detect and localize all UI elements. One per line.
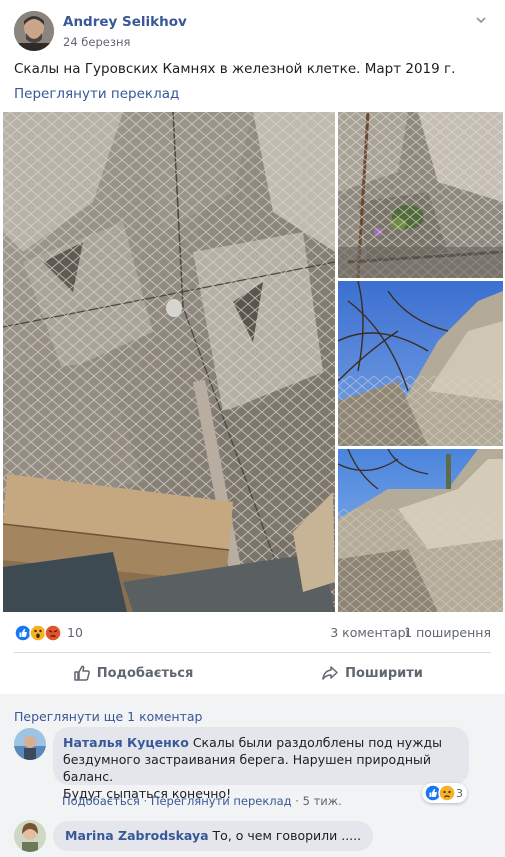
comment-like-link[interactable]: Подобається <box>62 794 140 808</box>
chevron-down-icon[interactable] <box>474 13 488 27</box>
commenter-avatar[interactable] <box>14 728 46 760</box>
comment-reaction-count: 3 <box>456 786 463 800</box>
angry-icon <box>44 624 62 642</box>
comment-text: Скалы были раздолблены под нужды <box>192 735 442 750</box>
wow-icon <box>29 624 47 642</box>
shares-count[interactable]: 1 поширення <box>404 625 491 640</box>
post-photo-3[interactable] <box>338 281 503 446</box>
sad-icon <box>438 784 456 802</box>
commenter-avatar[interactable] <box>14 820 46 852</box>
comment-text: бездумного застраивания берега. Нарушен … <box>63 752 432 784</box>
post-header: Andrey Selikhov 24 березня <box>14 11 494 53</box>
post-photo-2[interactable] <box>338 112 503 278</box>
author-avatar[interactable] <box>14 11 54 51</box>
comment-author[interactable]: Наталья Куценко <box>63 735 189 750</box>
comment-bubble: Marina Zabrodskaya То, о чем говорили ..… <box>53 821 374 851</box>
comment-text: То, о чем говорили ..... <box>212 828 362 843</box>
comment-reactions[interactable]: 3 <box>422 783 467 803</box>
post-timestamp[interactable]: 24 березня <box>63 35 130 49</box>
share-arrow-icon <box>322 666 338 680</box>
comment-actions: Подобається · Переглянути переклад · 5 т… <box>62 794 342 808</box>
view-more-comments-link[interactable]: Переглянути ще 1 коментар <box>14 709 202 724</box>
reaction-icons[interactable] <box>14 624 66 642</box>
comment-timestamp[interactable]: 5 тиж. <box>303 794 342 808</box>
comments-section: Переглянути ще 1 коментар Наталья Куценк… <box>0 694 505 857</box>
post-photo-main[interactable] <box>3 112 335 612</box>
like-button-label: Подобається <box>96 665 194 681</box>
share-button[interactable]: Поширити <box>253 656 491 690</box>
see-translation-link[interactable]: Переглянути переклад <box>14 86 179 102</box>
comment-bubble: Наталья Куценко Скалы были раздолблены п… <box>53 727 469 801</box>
post-stats: 10 3 коментарі 1 поширення <box>14 623 491 643</box>
reaction-count[interactable]: 10 <box>67 625 83 640</box>
thumbs-up-icon <box>73 665 90 681</box>
comment-author[interactable]: Marina Zabrodskaya <box>65 828 209 843</box>
post-author-name[interactable]: Andrey Selikhov <box>63 14 187 30</box>
comments-count[interactable]: 3 коментарі <box>330 625 409 640</box>
divider <box>14 652 491 653</box>
share-button-label: Поширити <box>345 665 423 681</box>
comment-translate-link[interactable]: Переглянути переклад <box>151 794 292 808</box>
post-text: Скалы на Гуровских Камнях в железной кле… <box>14 61 456 77</box>
post-photo-4[interactable] <box>338 449 503 612</box>
like-button[interactable]: Подобається <box>14 656 252 690</box>
like-icon <box>14 624 32 642</box>
